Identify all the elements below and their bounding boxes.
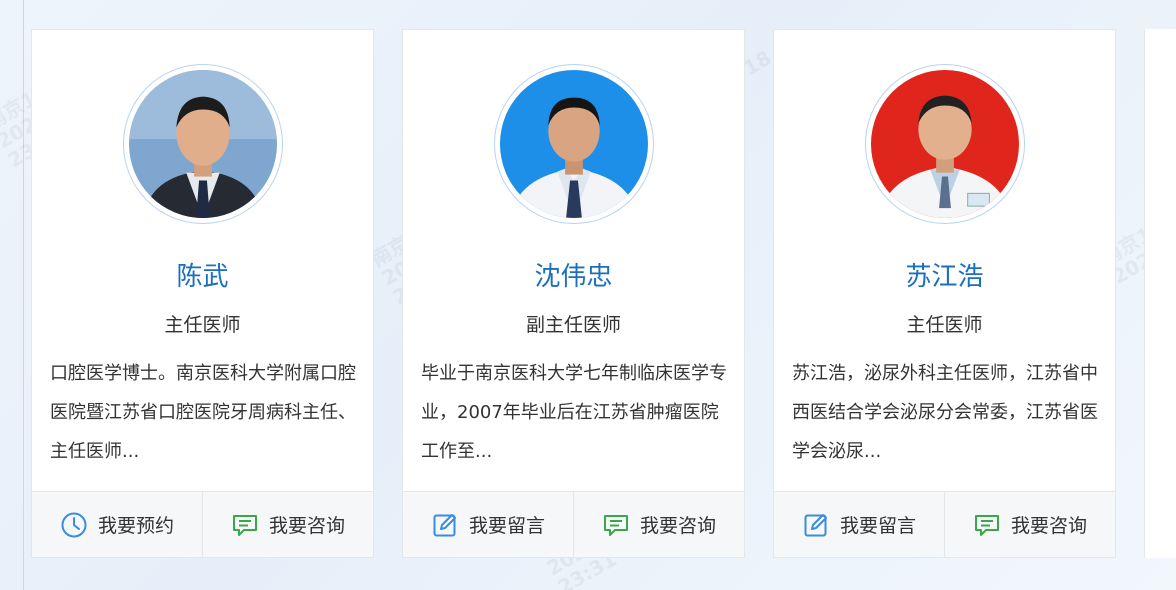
doctor-name[interactable]: 陈武: [32, 256, 373, 293]
appointment-label: 我要预约: [97, 515, 174, 537]
card-actions: 我要预约 我要咨询: [32, 491, 373, 557]
doctor-name[interactable]: 沈伟忠: [403, 256, 744, 293]
appointment-button[interactable]: 我要预约: [32, 492, 202, 557]
consult-button[interactable]: 我要咨询: [202, 492, 373, 557]
doctor-title: 主任医师: [164, 314, 241, 336]
chat-icon: [602, 511, 630, 539]
doctor-name[interactable]: 苏江浩: [774, 256, 1115, 293]
doctor-card[interactable]: 苏江浩 主任医师 苏江浩，泌尿外科主任医师，江苏省中西医结合学会泌尿分会常委，江…: [773, 29, 1116, 558]
left-divider: [23, 0, 24, 590]
chat-icon: [231, 511, 259, 539]
doctor-title: 主任医师: [906, 314, 983, 336]
leave-message-label: 我要留言: [468, 515, 545, 537]
consult-button[interactable]: 我要咨询: [573, 492, 744, 557]
avatar-photo: [500, 70, 648, 218]
avatar-photo: [871, 70, 1019, 218]
doctor-title: 副主任医师: [525, 314, 621, 336]
doctor-card[interactable]: 陈武 主任医师 口腔医学博士。南京医科大学附属口腔医院暨江苏省口腔医院牙周病科主…: [31, 29, 374, 558]
edit-icon: [802, 511, 830, 539]
doctor-description: 口腔医学博士。南京医科大学附属口腔医院暨江苏省口腔医院牙周病科主任、主任医师..…: [50, 363, 356, 462]
card-actions: 我要留言 我要咨询: [774, 491, 1115, 557]
doctor-description: 毕业于南京医科大学七年制临床医学专业，2007年毕业后在江苏省肿瘤医院工作至..…: [421, 363, 727, 462]
doctor-card-partial[interactable]: [1144, 29, 1176, 558]
leave-message-label: 我要留言: [839, 515, 916, 537]
avatar[interactable]: [865, 64, 1025, 224]
avatar-photo: [129, 70, 277, 218]
avatar[interactable]: [494, 64, 654, 224]
doctor-card[interactable]: 沈伟忠 副主任医师 毕业于南京医科大学七年制临床医学专业，2007年毕业后在江苏…: [402, 29, 745, 558]
clock-icon: [60, 511, 88, 539]
consult-label: 我要咨询: [268, 515, 345, 537]
card-actions: 我要留言 我要咨询: [403, 491, 744, 557]
doctor-description: 苏江浩，泌尿外科主任医师，江苏省中西医结合学会泌尿分会常委，江苏省医学会泌尿..…: [792, 363, 1098, 462]
avatar[interactable]: [123, 64, 283, 224]
leave-message-button[interactable]: 我要留言: [403, 492, 573, 557]
chat-icon: [973, 511, 1001, 539]
consult-button[interactable]: 我要咨询: [944, 492, 1115, 557]
consult-label: 我要咨询: [1010, 515, 1087, 537]
leave-message-button[interactable]: 我要留言: [774, 492, 944, 557]
edit-icon: [431, 511, 459, 539]
consult-label: 我要咨询: [639, 515, 716, 537]
